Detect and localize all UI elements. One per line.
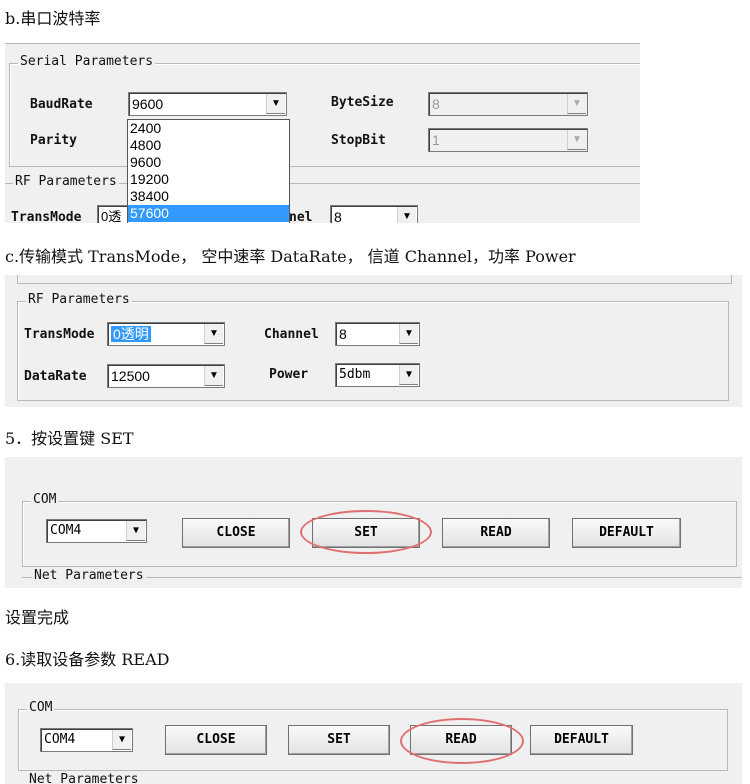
baud-option-highlighted[interactable]: 57600 bbox=[128, 205, 289, 222]
com-port-combo[interactable]: COM4 ▼ bbox=[46, 519, 147, 543]
set-button[interactable]: SET bbox=[288, 725, 390, 755]
serial-parameters-screenshot: Serial Parameters BaudRate 9600 ▼ ByteSiz… bbox=[5, 43, 640, 223]
baud-option[interactable]: 9600 bbox=[128, 154, 289, 171]
chevron-down-icon[interactable]: ▼ bbox=[397, 207, 416, 223]
power-value: 5dbm bbox=[339, 367, 371, 382]
close-button[interactable]: CLOSE bbox=[182, 518, 290, 548]
step5-title: 5．按设置键 SET bbox=[5, 429, 134, 448]
parity-label: Parity bbox=[30, 133, 77, 148]
divider bbox=[5, 43, 640, 44]
stopbit-combo: 1 ▼ bbox=[428, 128, 588, 152]
chevron-down-icon: ▼ bbox=[567, 94, 586, 114]
group-legend: COM bbox=[27, 700, 55, 715]
channel-value: 8 bbox=[339, 326, 347, 342]
baudrate-dropdown-list: 2400 4800 9600 19200 38400 57600 bbox=[127, 119, 290, 223]
channel-combo[interactable]: 8 ▼ bbox=[335, 322, 420, 346]
com-port-value: COM4 bbox=[44, 732, 76, 747]
baudrate-combo[interactable]: 9600 ▼ bbox=[128, 92, 287, 116]
net-legend: Net Parameters bbox=[27, 772, 141, 784]
chevron-down-icon: ▼ bbox=[567, 130, 586, 150]
power-label: Power bbox=[269, 367, 309, 382]
com-port-combo[interactable]: COM4 ▼ bbox=[40, 728, 133, 752]
baudrate-value: 9600 bbox=[132, 96, 164, 112]
baud-option[interactable]: 2400 bbox=[128, 120, 289, 137]
chevron-down-icon[interactable]: ▼ bbox=[204, 324, 223, 344]
group-legend: RF Parameters bbox=[26, 292, 132, 307]
group-legend: COM bbox=[31, 492, 59, 507]
baud-option[interactable]: 38400 bbox=[128, 188, 289, 205]
read-button[interactable]: READ bbox=[442, 518, 550, 548]
divider bbox=[17, 275, 732, 284]
default-button[interactable]: DEFAULT bbox=[572, 518, 681, 548]
rf-legend: RF Parameters bbox=[13, 174, 119, 189]
channel-combo[interactable]: 8 ▼ bbox=[330, 205, 418, 223]
chevron-down-icon[interactable]: ▼ bbox=[126, 521, 145, 541]
channel-value: 8 bbox=[334, 209, 342, 223]
bytesize-value: 8 bbox=[432, 96, 440, 112]
highlight-ellipse bbox=[300, 510, 432, 554]
channel-label: Channel bbox=[264, 327, 319, 342]
stopbit-label: StopBit bbox=[331, 133, 386, 148]
com-port-value: COM4 bbox=[50, 523, 82, 538]
stopbit-value: 1 bbox=[432, 132, 440, 148]
set-done-text: 设置完成 bbox=[5, 608, 70, 627]
bytesize-label: ByteSize bbox=[331, 95, 394, 110]
transmode-value: 0透明 bbox=[111, 326, 151, 342]
baud-option[interactable]: 4800 bbox=[128, 137, 289, 154]
chevron-down-icon[interactable]: ▼ bbox=[399, 365, 418, 385]
transmode-combo[interactable]: 0透明 ▼ bbox=[107, 322, 225, 346]
chevron-down-icon[interactable]: ▼ bbox=[204, 366, 223, 386]
baud-option[interactable]: 19200 bbox=[128, 171, 289, 188]
datarate-label: DataRate bbox=[24, 369, 87, 384]
step6-title: 6.读取设备参数 READ bbox=[5, 650, 170, 669]
chevron-down-icon[interactable]: ▼ bbox=[266, 94, 285, 114]
transmode-label: TransMode bbox=[24, 327, 95, 342]
baudrate-label: BaudRate bbox=[30, 97, 93, 112]
power-combo[interactable]: 5dbm ▼ bbox=[335, 363, 420, 387]
rf-parameters-screenshot: RF Parameters TransMode 0透明 ▼ Channel 8 ▼ … bbox=[5, 275, 742, 407]
chevron-down-icon[interactable]: ▼ bbox=[399, 324, 418, 344]
com-set-screenshot: COM COM4 ▼ CLOSE SET READ DEFAULT Net Par… bbox=[5, 457, 742, 588]
bytesize-combo: 8 ▼ bbox=[428, 92, 588, 116]
channel-label: nel bbox=[289, 210, 313, 223]
chevron-down-icon[interactable]: ▼ bbox=[112, 730, 131, 750]
com-read-screenshot: COM COM4 ▼ CLOSE SET READ DEFAULT Net Par… bbox=[5, 683, 742, 784]
datarate-value: 12500 bbox=[111, 368, 150, 384]
highlight-ellipse bbox=[400, 718, 524, 764]
section-c-title: c.传输模式 TransMode， 空中速率 DataRate， 信道 Chan… bbox=[5, 247, 576, 266]
transmode-value: 0透 bbox=[101, 209, 122, 223]
datarate-combo[interactable]: 12500 ▼ bbox=[107, 364, 225, 388]
default-button[interactable]: DEFAULT bbox=[530, 725, 633, 755]
section-b-title: b.串口波特率 bbox=[5, 9, 101, 28]
close-button[interactable]: CLOSE bbox=[165, 725, 267, 755]
net-legend: Net Parameters bbox=[32, 568, 146, 583]
transmode-label: TransMode bbox=[11, 210, 82, 223]
group-legend: Serial Parameters bbox=[18, 54, 156, 69]
